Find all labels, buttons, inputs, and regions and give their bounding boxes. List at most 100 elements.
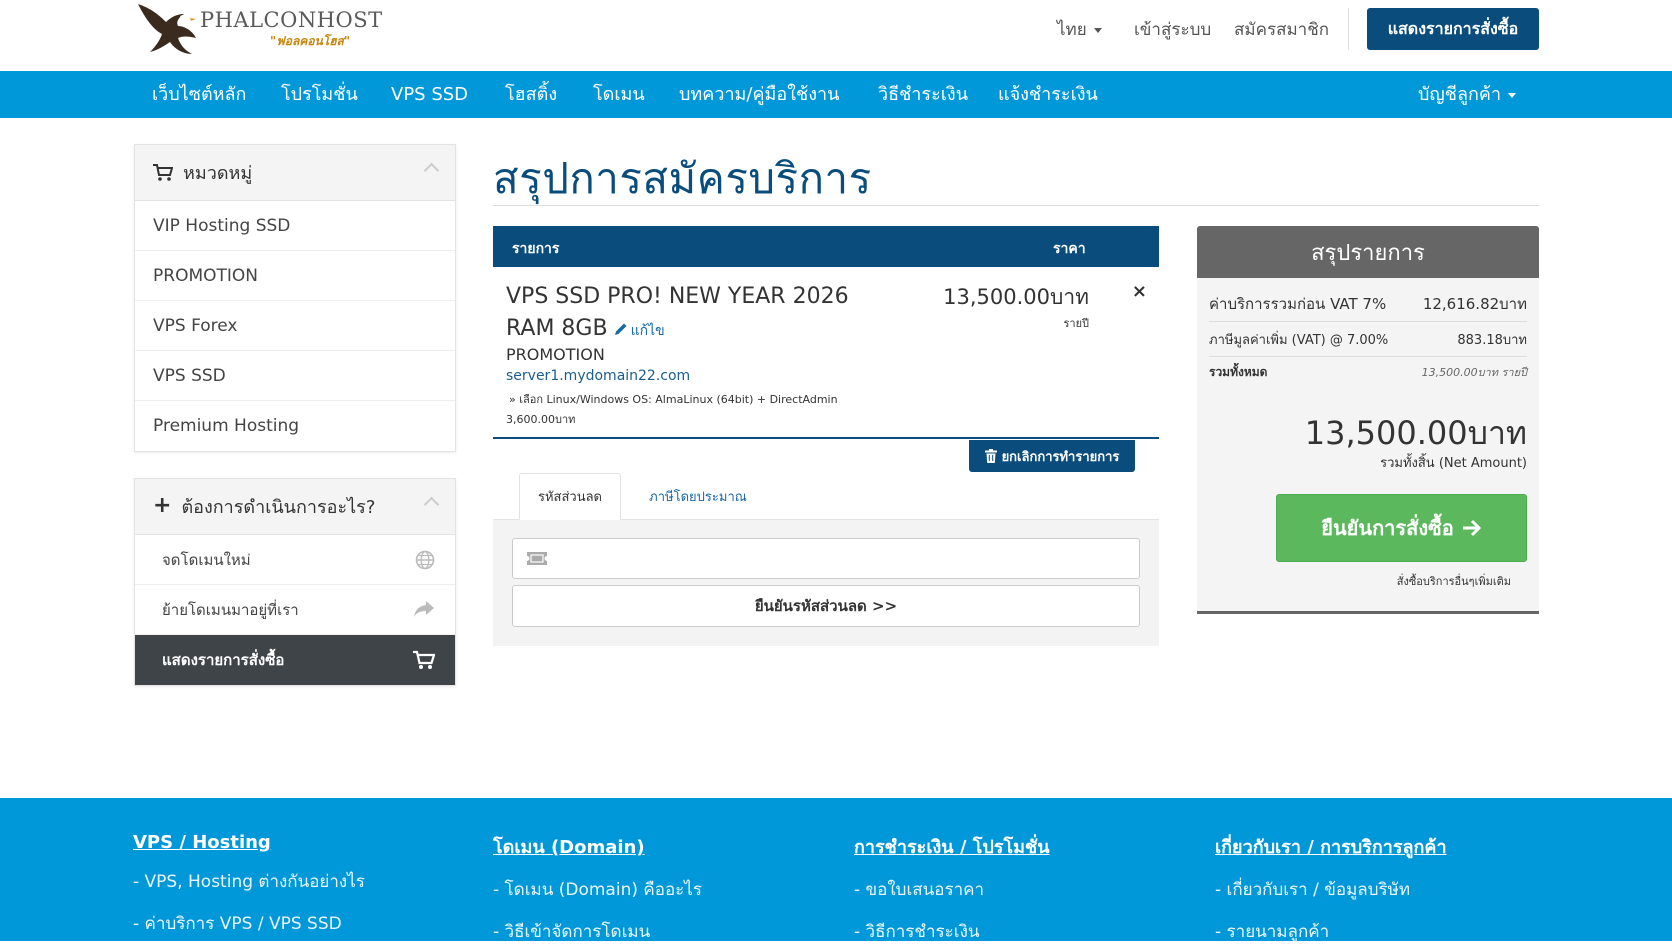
nav-payment-methods[interactable]: วิธีชำระเงิน bbox=[878, 71, 968, 118]
nav-vps-ssd[interactable]: VPS SSD bbox=[391, 71, 468, 118]
subtotal-value: 12,616.82บาท bbox=[1422, 295, 1527, 313]
view-cart-button[interactable]: แสดงรายการสั่งซื้อ bbox=[1367, 8, 1539, 50]
main-nav: เว็บไซต์หลัก โปรโมชั่น VPS SSD โฮสติ้ง โ… bbox=[0, 71, 1672, 118]
column-header-item: รายการ bbox=[512, 241, 560, 257]
footer-link[interactable]: - เกี่ยวกับเรา / ข้อมูลบริษัท bbox=[1215, 876, 1447, 903]
total-value: 13,500.00บาท รายปี bbox=[1421, 366, 1527, 379]
product-price: 13,500.00บาท bbox=[943, 285, 1089, 309]
categories-title: หมวดหมู่ bbox=[183, 163, 253, 184]
footer-column-payment: การชำระเงิน / โปรโมชั่น - ขอใบเสนอราคา -… bbox=[854, 832, 1050, 945]
logo-tagline: "ฟอลคอนโฮส" bbox=[270, 34, 351, 48]
tab-estimate-tax[interactable]: ภาษีโดยประมาณ bbox=[643, 473, 753, 520]
sidebar-item-promotion[interactable]: PROMOTION bbox=[135, 251, 455, 301]
nav-account-label: บัญชีลูกค้า bbox=[1418, 84, 1502, 105]
footer-link[interactable]: - ค่าบริการ VPS / VPS SSD bbox=[133, 910, 365, 937]
logo-name: PHALCONHOST bbox=[200, 8, 383, 32]
nav-account[interactable]: บัญชีลูกค้า bbox=[1418, 71, 1517, 118]
checkout-label: ยืนยันการสั่งซื้อ bbox=[1321, 516, 1454, 540]
login-link[interactable]: เข้าสู่ระบบ bbox=[1134, 16, 1211, 40]
register-link[interactable]: สมัครสมาชิก bbox=[1234, 16, 1329, 40]
vat-value: 883.18บาท bbox=[1457, 333, 1527, 348]
footer-link[interactable]: - ขอใบเสนอราคา bbox=[854, 876, 1050, 903]
tab-promo-code[interactable]: รหัสส่วนลด bbox=[519, 473, 621, 520]
product-domain: server1.mydomain22.com bbox=[506, 368, 691, 384]
eagle-logo-icon bbox=[138, 4, 196, 54]
nav-articles[interactable]: บทความ/คู่มือใช้งาน bbox=[679, 71, 839, 118]
summary-vat-row: ภาษีมูลค่าเพิ่ม (VAT) @ 7.00% 883.18บาท bbox=[1209, 329, 1527, 357]
nav-domain[interactable]: โดเมน bbox=[593, 71, 645, 118]
promo-code-field[interactable] bbox=[512, 538, 1140, 579]
top-header: PHALCONHOST "ฟอลคอนโฮส" ไทย เข้าสู่ระบบ … bbox=[0, 0, 1672, 71]
categories-panel-header[interactable]: หมวดหมู่ bbox=[135, 145, 455, 201]
validate-promo-button[interactable]: ยืนยันรหัสส่วนลด >> bbox=[512, 585, 1140, 627]
pencil-icon bbox=[614, 323, 627, 335]
site-logo[interactable]: PHALCONHOST "ฟอลคอนโฮส" bbox=[136, 0, 382, 56]
caret-down-icon bbox=[1508, 92, 1517, 98]
nav-promotion[interactable]: โปรโมชั่น bbox=[281, 71, 358, 118]
footer-title[interactable]: การชำระเงิน / โปรโมชั่น bbox=[854, 837, 1050, 858]
shopping-cart-icon bbox=[413, 650, 435, 669]
footer-column-hosting: VPS / Hosting - VPS, Hosting ต่างกันอย่า… bbox=[133, 832, 365, 937]
ticket-icon bbox=[527, 552, 547, 565]
cart-table-header: รายการ ราคา bbox=[493, 226, 1159, 267]
nav-payment-notify[interactable]: แจ้งชำระเงิน bbox=[998, 71, 1098, 118]
nav-hosting[interactable]: โฮสติ้ง bbox=[505, 71, 557, 118]
column-header-price: ราคา bbox=[1053, 241, 1086, 257]
empty-cart-label: ยกเลิกการทำรายการ bbox=[1001, 449, 1120, 465]
sidebar-item-vip-hosting-ssd[interactable]: VIP Hosting SSD bbox=[135, 201, 455, 251]
billing-cycle: รายปี bbox=[1063, 317, 1089, 330]
page-title: สรุปการสมัครบริการ bbox=[493, 154, 872, 203]
product-name: VPS SSD PRO! NEW YEAR 2026 RAM 8GB แก้ไข bbox=[506, 281, 866, 347]
footer-title[interactable]: VPS / Hosting bbox=[133, 832, 271, 853]
globe-icon bbox=[415, 550, 435, 570]
share-arrow-icon bbox=[414, 601, 434, 617]
title-divider bbox=[493, 205, 1539, 206]
empty-cart-button[interactable]: ยกเลิกการทำรายการ bbox=[969, 440, 1135, 472]
footer-title[interactable]: โดเมน (Domain) bbox=[493, 837, 645, 858]
sidebar-item-label: ย้ายโดเมนมาอยู่ที่เรา bbox=[162, 600, 299, 619]
promo-code-input[interactable] bbox=[557, 539, 1127, 578]
checkout-button[interactable]: ยืนยันการสั่งซื้อ bbox=[1276, 494, 1527, 562]
footer-link[interactable]: - โดเมน (Domain) คืออะไร bbox=[493, 876, 702, 903]
actions-panel-header[interactable]: + ต้องการดำเนินการอะไร? bbox=[135, 479, 455, 535]
chevron-up-icon[interactable] bbox=[423, 496, 440, 513]
sidebar-item-label: จดโดเมนใหม่ bbox=[162, 550, 251, 569]
continue-shopping-link[interactable]: สั่งซื้อบริการอื่นๆเพิ่มเติม bbox=[1397, 572, 1511, 590]
arrow-right-icon bbox=[1462, 519, 1481, 537]
nav-home[interactable]: เว็บไซต์หลัก bbox=[152, 71, 246, 118]
sidebar-item-vps-forex[interactable]: VPS Forex bbox=[135, 301, 455, 351]
sidebar-item-view-cart[interactable]: แสดงรายการสั่งซื้อ bbox=[135, 635, 455, 685]
sidebar-item-premium-hosting[interactable]: Premium Hosting bbox=[135, 401, 455, 451]
product-name-text: VPS SSD PRO! NEW YEAR 2026 RAM 8GB bbox=[506, 284, 849, 341]
chevron-up-icon[interactable] bbox=[423, 162, 440, 179]
trash-icon bbox=[984, 449, 997, 463]
actions-title: ต้องการดำเนินการอะไร? bbox=[181, 497, 376, 518]
footer-title[interactable]: เกี่ยวกับเรา / การบริการลูกค้า bbox=[1215, 837, 1447, 858]
summary-total-row: รวมทั้งหมด 13,500.00บาท รายปี bbox=[1209, 363, 1527, 389]
promo-tabs: รหัสส่วนลด ภาษีโดยประมาณ ยืนยันรหัสส่วนล… bbox=[493, 473, 1159, 646]
sidebar-item-vps-ssd[interactable]: VPS SSD bbox=[135, 351, 455, 401]
sidebar-item-label: แสดงรายการสั่งซื้อ bbox=[162, 651, 285, 669]
actions-panel: + ต้องการดำเนินการอะไร? จดโดเมนใหม่ ย้าย… bbox=[134, 478, 456, 686]
subtotal-label: ค่าบริการรวมก่อน VAT 7% bbox=[1209, 295, 1387, 313]
vat-label: ภาษีมูลค่าเพิ่ม (VAT) @ 7.00% bbox=[1209, 333, 1389, 348]
header-divider bbox=[1348, 8, 1349, 50]
remove-item-button[interactable]: × bbox=[1132, 281, 1147, 302]
sidebar-item-transfer-domain[interactable]: ย้ายโดเมนมาอยู่ที่เรา bbox=[135, 585, 455, 635]
language-selector[interactable]: ไทย bbox=[1057, 16, 1102, 40]
footer-link[interactable]: - VPS, Hosting ต่างกันอย่างไร bbox=[133, 868, 365, 895]
caret-down-icon bbox=[1093, 27, 1102, 33]
edit-product-link[interactable]: แก้ไข bbox=[614, 323, 665, 339]
product-group: PROMOTION bbox=[506, 345, 605, 364]
site-footer: VPS / Hosting - VPS, Hosting ต่างกันอย่า… bbox=[0, 798, 1672, 942]
tab-strip: รหัสส่วนลด ภาษีโดยประมาณ bbox=[493, 473, 1159, 520]
edit-label: แก้ไข bbox=[630, 323, 665, 339]
promo-tab-body: ยืนยันรหัสส่วนลด >> bbox=[493, 520, 1159, 646]
total-label: รวมทั้งหมด bbox=[1209, 365, 1268, 379]
language-label: ไทย bbox=[1057, 20, 1087, 40]
footer-column-domain: โดเมน (Domain) - โดเมน (Domain) คืออะไร … bbox=[493, 832, 702, 945]
footer-column-about: เกี่ยวกับเรา / การบริการลูกค้า - เกี่ยวก… bbox=[1215, 832, 1447, 945]
grand-total-label: รวมทั้งสิ้น (Net Amount) bbox=[1380, 456, 1527, 471]
sidebar-item-register-domain[interactable]: จดโดเมนใหม่ bbox=[135, 535, 455, 585]
summary-title: สรุปรายการ bbox=[1197, 226, 1539, 278]
